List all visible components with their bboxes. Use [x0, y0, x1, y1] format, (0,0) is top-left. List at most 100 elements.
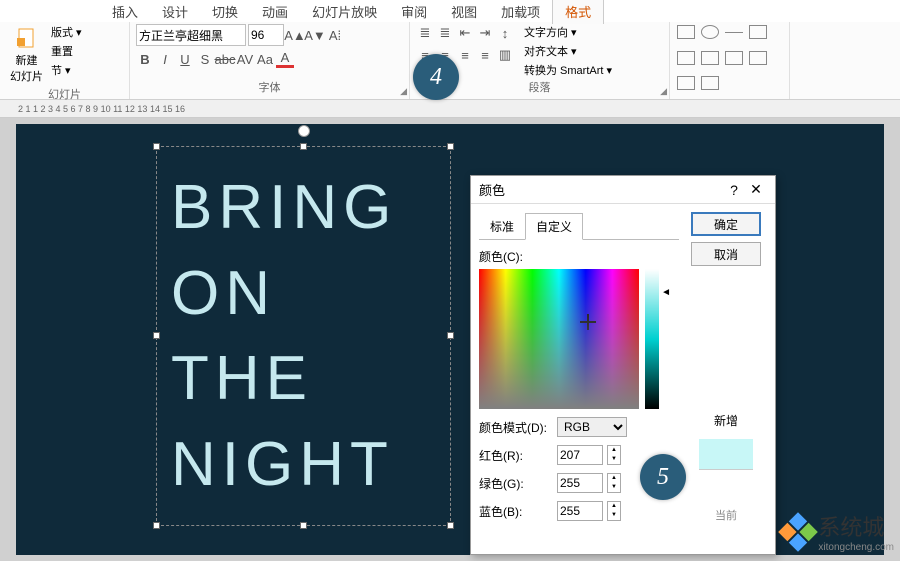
color-model-select[interactable]: RGB [557, 417, 627, 437]
ok-button[interactable]: 确定 [691, 212, 761, 236]
font-dialog-launcher[interactable]: ◢ [400, 86, 407, 97]
ribbon-font-group: A▲ A▼ A⁞ B I U S abc AV Aa A 字体 ◢ [130, 22, 410, 99]
line-spacing-button[interactable]: ↕ [496, 24, 514, 42]
slide-text[interactable]: BRING ON THE NIGHT [157, 147, 450, 525]
resize-handle[interactable] [153, 332, 160, 339]
b-input[interactable] [557, 501, 603, 521]
resize-handle[interactable] [300, 522, 307, 529]
change-case-button[interactable]: Aa [256, 50, 274, 68]
luminance-slider[interactable] [645, 269, 659, 409]
shape-7[interactable] [725, 51, 743, 65]
new-slide-icon [15, 26, 39, 50]
align-right-button[interactable]: ≡ [456, 46, 474, 64]
dialog-titlebar[interactable]: 颜色 ? ✕ [471, 176, 775, 204]
resize-handle[interactable] [300, 143, 307, 150]
rotate-handle[interactable] [298, 125, 310, 137]
tab-custom[interactable]: 自定义 [525, 213, 583, 240]
resize-handle[interactable] [447, 522, 454, 529]
shape-10[interactable] [701, 76, 719, 90]
underline-button[interactable]: U [176, 50, 194, 68]
menu-tabs: 插入 设计 切换 动画 幻灯片放映 审阅 视图 加载项 格式 [0, 0, 900, 22]
tab-animation[interactable]: 动画 [250, 0, 300, 24]
shape-9[interactable] [677, 76, 695, 90]
tab-addins[interactable]: 加载项 [489, 0, 552, 24]
font-group-label: 字体 [136, 79, 403, 97]
color-label: 颜色(C): [479, 248, 679, 265]
paragraph-dialog-launcher[interactable]: ◢ [660, 86, 667, 97]
tab-design[interactable]: 设计 [150, 0, 200, 24]
color-gradient-picker[interactable] [479, 269, 639, 409]
tab-insert[interactable]: 插入 [100, 0, 150, 24]
italic-button[interactable]: I [156, 50, 174, 68]
watermark-url: xitongcheng.com [818, 542, 894, 553]
dialog-close-button[interactable]: ✕ [745, 181, 767, 198]
shape-8[interactable] [749, 51, 767, 65]
clear-format-button[interactable]: A⁞ [326, 26, 344, 44]
ribbon-shapes-group [670, 22, 790, 99]
watermark-text: 系统城 [818, 510, 894, 542]
resize-handle[interactable] [153, 143, 160, 150]
bold-button[interactable]: B [136, 50, 154, 68]
tab-format[interactable]: 格式 [552, 0, 604, 24]
tab-slideshow[interactable]: 幻灯片放映 [300, 0, 389, 24]
b-label: 蓝色(B): [479, 503, 553, 520]
ruler: 2 1 1 2 3 4 5 6 7 8 9 10 11 12 13 14 15 … [0, 100, 900, 118]
font-size-select[interactable] [248, 24, 284, 46]
grow-font-button[interactable]: A▲ [286, 26, 304, 44]
b-spinner[interactable]: ▲▼ [607, 501, 621, 521]
tab-review[interactable]: 审阅 [389, 0, 439, 24]
dedent-button[interactable]: ⇤ [456, 24, 474, 42]
resize-handle[interactable] [447, 143, 454, 150]
shape-6[interactable] [701, 51, 719, 65]
color-crosshair[interactable] [583, 317, 593, 327]
current-color-preview [699, 469, 753, 499]
callout-4: 4 [413, 54, 459, 100]
font-color-button[interactable]: A [276, 50, 294, 68]
watermark: 系统城 xitongcheng.com [784, 510, 894, 553]
g-label: 绿色(G): [479, 475, 553, 492]
resize-handle[interactable] [153, 522, 160, 529]
shadow-button[interactable]: S [196, 50, 214, 68]
strike-button[interactable]: abc [216, 50, 234, 68]
r-label: 红色(R): [479, 447, 553, 464]
dialog-help-button[interactable]: ? [723, 182, 745, 198]
bullets-button[interactable]: ≣ [416, 24, 434, 42]
r-input[interactable] [557, 445, 603, 465]
new-slide-button[interactable]: 新建 幻灯片 [6, 24, 47, 86]
dialog-tabs: 标准 自定义 [479, 212, 679, 240]
cancel-button[interactable]: 取消 [691, 242, 761, 266]
dialog-title: 颜色 [479, 180, 505, 199]
reset-button[interactable]: 重置 [51, 43, 82, 59]
ribbon-slides-group: 新建 幻灯片 版式 ▾ 重置 节 ▾ 幻灯片 [0, 22, 130, 99]
tab-transition[interactable]: 切换 [200, 0, 250, 24]
section-button[interactable]: 节 ▾ [51, 62, 82, 78]
text-direction-button[interactable]: 文字方向 ▾ [524, 24, 612, 40]
color-dialog: 颜色 ? ✕ 标准 自定义 颜色(C): 颜色模式(D): RGB 红色(R):… [470, 175, 776, 555]
g-input[interactable] [557, 473, 603, 493]
shape-rect[interactable] [677, 25, 695, 39]
callout-5: 5 [640, 454, 686, 500]
char-spacing-button[interactable]: AV [236, 50, 254, 68]
slides-group-label: 幻灯片 [6, 86, 123, 104]
resize-handle[interactable] [447, 332, 454, 339]
textbox[interactable]: BRING ON THE NIGHT [156, 146, 451, 526]
shape-line[interactable] [725, 32, 743, 33]
indent-button[interactable]: ⇥ [476, 24, 494, 42]
tab-standard[interactable]: 标准 [479, 213, 525, 240]
model-label: 颜色模式(D): [479, 419, 553, 436]
r-spinner[interactable]: ▲▼ [607, 445, 621, 465]
shrink-font-button[interactable]: A▼ [306, 26, 324, 44]
shape-oval[interactable] [701, 25, 719, 39]
shape-arrow[interactable] [749, 25, 767, 39]
align-text-button[interactable]: 对齐文本 ▾ [524, 43, 612, 59]
justify-button[interactable]: ≡ [476, 46, 494, 64]
columns-button[interactable]: ▥ [496, 46, 514, 64]
tab-view[interactable]: 视图 [439, 0, 489, 24]
shape-5[interactable] [677, 51, 695, 65]
watermark-logo-icon [779, 512, 819, 552]
smartart-button[interactable]: 转换为 SmartArt ▾ [524, 62, 612, 78]
layout-button[interactable]: 版式 ▾ [51, 24, 82, 40]
g-spinner[interactable]: ▲▼ [607, 473, 621, 493]
font-name-select[interactable] [136, 24, 246, 46]
numbering-button[interactable]: ≣ [436, 24, 454, 42]
